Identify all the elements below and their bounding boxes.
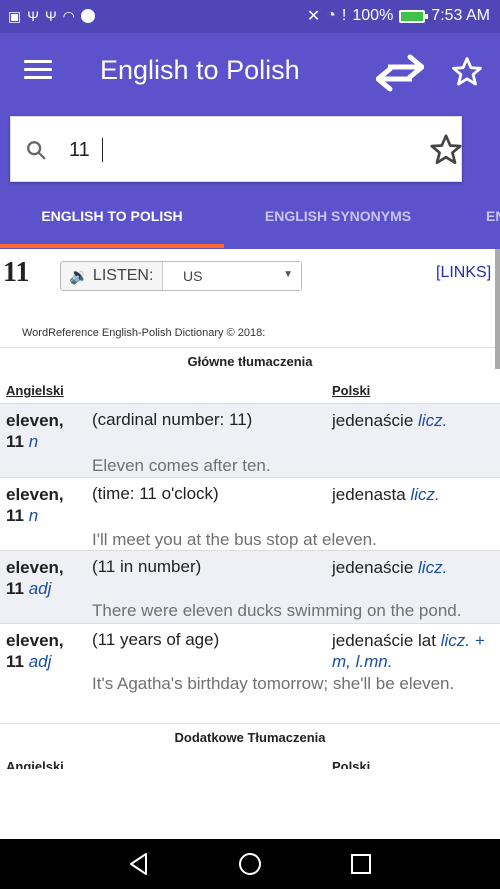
star-outline-icon[interactable] xyxy=(450,55,484,89)
listen-button[interactable]: 🔉 LISTEN: xyxy=(61,262,163,290)
search-input[interactable] xyxy=(69,134,369,166)
table-row: eleven, 11 n (time: 11 o'clock) jedenasta… xyxy=(0,477,500,550)
scrollbar[interactable] xyxy=(495,249,500,369)
usb-icon: Ψ xyxy=(27,8,39,24)
column-header-english: Angielski xyxy=(6,759,64,769)
entry-headword: eleven, 11 n xyxy=(6,411,64,451)
search-icon xyxy=(27,141,46,160)
main-translations-heading: Główne tłumaczenia xyxy=(0,347,500,375)
app-bar: English to Polish xyxy=(0,33,500,115)
battery-percent: 100% xyxy=(352,7,394,24)
alert-icon: ! xyxy=(341,7,347,24)
entry-headword: eleven, 11 n xyxy=(6,485,64,525)
tab-en[interactable]: EN xyxy=(452,199,500,249)
entry-sense: (cardinal number: 11) xyxy=(92,410,253,429)
recents-icon[interactable] xyxy=(348,851,374,877)
entry-translation: jedenaście licz. xyxy=(332,558,448,577)
wifi-icon: ◔ xyxy=(326,7,336,24)
dropdown-arrow-icon: ▼ xyxy=(283,269,293,280)
additional-translations-heading: Dodatkowe Tłumaczenia xyxy=(0,723,500,751)
tab-bar: ENGLISH TO POLISH ENGLISH SYNONYMS EN xyxy=(0,199,500,249)
dictionary-content: 11 🔉 LISTEN: US ▼ [LINKS] WordReference … xyxy=(0,249,500,769)
speaker-icon: 🔉 xyxy=(69,268,89,285)
tab-english-to-polish[interactable]: ENGLISH TO POLISH xyxy=(0,199,224,249)
entry-headword: eleven, 11 adj xyxy=(6,558,64,598)
entry-example: It's Agatha's birthday tomorrow; she'll … xyxy=(92,674,455,693)
home-icon[interactable] xyxy=(237,851,263,877)
entry-example: Eleven comes after ten. xyxy=(92,456,271,475)
entry-sense: (11 years of age) xyxy=(92,630,220,649)
clock: 7:53 AM xyxy=(431,7,490,24)
column-header-polish: Polski xyxy=(332,383,371,398)
listen-label: LISTEN: xyxy=(92,267,154,284)
battery-icon xyxy=(399,9,429,23)
table-row: eleven, 11 adj (11 years of age) jedenaśc… xyxy=(0,623,500,723)
image-notification-icon: ▣ xyxy=(8,8,22,24)
entry-translation: jedenaście lat licz. + m, l.mn. xyxy=(332,631,485,671)
accent-select[interactable]: US ▼ xyxy=(163,262,301,290)
system-icons: ✕ ◔ ! 100% 7:53 AM xyxy=(307,6,490,26)
usb-icon: Ψ xyxy=(44,8,57,24)
entry-translation: jedenaście licz. xyxy=(332,411,448,430)
entry-headword: eleven, 11 adj xyxy=(6,631,64,671)
search-box xyxy=(10,116,462,182)
mute-icon: ✕ xyxy=(306,8,321,25)
tab-indicator xyxy=(0,244,224,248)
column-header-polish: Polski xyxy=(332,759,371,769)
table-row: eleven, 11 n (cardinal number: 11) jedena… xyxy=(0,403,500,477)
dot-icon xyxy=(80,9,95,23)
star-outline-icon[interactable] xyxy=(428,132,464,168)
page-title: English to Polish xyxy=(100,55,300,85)
entry-example: There were eleven ducks swimming on the … xyxy=(92,601,462,620)
menu-icon[interactable] xyxy=(24,60,52,82)
listen-control: 🔉 LISTEN: US ▼ xyxy=(60,261,302,291)
copyright-text: WordReference English-Polish Dictionary … xyxy=(22,327,266,339)
accent-value: US xyxy=(183,268,203,284)
table-row: eleven, 11 adj (11 in number) jedenaście … xyxy=(0,550,500,623)
back-icon[interactable] xyxy=(126,851,152,877)
entry-sense: (11 in number) xyxy=(92,557,202,576)
text-caret xyxy=(102,138,103,162)
links-link[interactable]: [LINKS] xyxy=(436,264,491,282)
entry-translation: jedenasta licz. xyxy=(332,485,440,504)
tab-english-synonyms[interactable]: ENGLISH SYNONYMS xyxy=(226,199,450,249)
search-area xyxy=(0,115,500,199)
entry-sense: (time: 11 o'clock) xyxy=(92,484,219,503)
column-header-english: Angielski xyxy=(6,383,64,398)
cast-icon: ◠ xyxy=(62,8,75,24)
entry-example: I'll meet you at the bus stop at eleven. xyxy=(92,530,377,549)
system-nav-bar xyxy=(0,839,500,889)
status-bar: ▣ Ψ Ψ ◠ ✕ ◔ ! 100% 7:53 AM xyxy=(0,0,500,33)
notification-icons: ▣ Ψ Ψ ◠ xyxy=(8,7,95,25)
swap-arrows-icon[interactable] xyxy=(376,53,424,93)
headword: 11 xyxy=(3,257,30,288)
